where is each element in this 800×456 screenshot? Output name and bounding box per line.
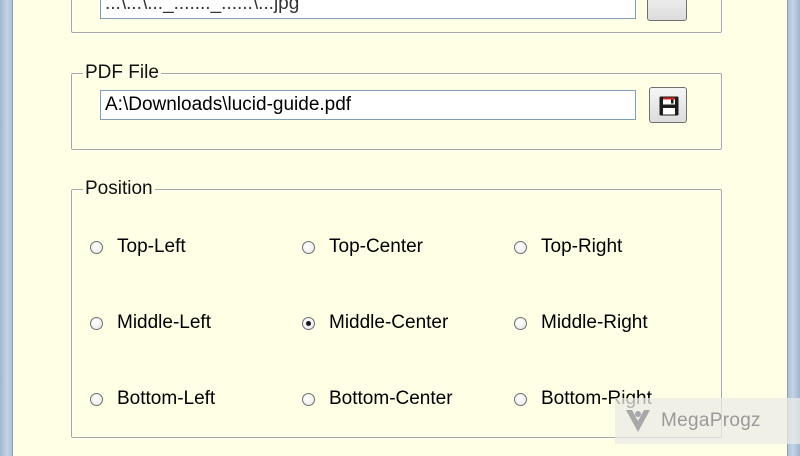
radio-label: Middle-Left: [117, 312, 211, 333]
radio-label: Top-Left: [117, 236, 186, 257]
radio-middle-left[interactable]: Middle-Left: [90, 309, 211, 337]
image-file-group: ...\...\..._......._......\...jpg: [71, 0, 722, 33]
radio-circle: [514, 240, 527, 254]
radio-label: Top-Center: [329, 236, 423, 257]
radio-middle-center[interactable]: Middle-Center: [302, 309, 448, 337]
radio-circle: [90, 240, 103, 254]
floppy-disk-icon: [659, 96, 679, 116]
window-frame-left: [0, 0, 12, 456]
radio-middle-right[interactable]: Middle-Right: [514, 309, 648, 337]
window-frame-right: [788, 0, 800, 456]
window-frame-right-line: [787, 0, 788, 456]
radio-top-right[interactable]: Top-Right: [514, 233, 622, 261]
radio-top-left[interactable]: Top-Left: [90, 233, 186, 261]
radio-label: Bottom-Left: [117, 388, 216, 409]
radio-label: Middle-Right: [541, 312, 648, 333]
pdf-path-field[interactable]: A:\Downloads\lucid-guide.pdf: [100, 90, 636, 120]
window-frame-left-line: [12, 0, 13, 456]
radio-top-center[interactable]: Top-Center: [302, 233, 423, 261]
megaprogz-watermark: MegaProgz: [615, 398, 800, 444]
radio-circle: [302, 240, 315, 254]
radio-circle-selected: [302, 316, 315, 330]
radio-circle: [514, 316, 527, 330]
radio-circle: [302, 392, 315, 406]
radio-label: Bottom-Center: [329, 388, 453, 409]
radio-label: Top-Right: [541, 236, 623, 257]
image-path-field[interactable]: ...\...\..._......._......\...jpg: [100, 0, 636, 19]
browse-image-button[interactable]: [647, 0, 687, 21]
pdf-file-legend: PDF File: [85, 62, 159, 83]
radio-circle: [90, 392, 103, 406]
radio-label: Middle-Center: [329, 312, 449, 333]
radio-bottom-center[interactable]: Bottom-Center: [302, 385, 453, 413]
save-pdf-button[interactable]: [649, 87, 687, 123]
position-legend: Position: [85, 178, 153, 199]
radio-bottom-left[interactable]: Bottom-Left: [90, 385, 215, 413]
radio-circle: [514, 392, 527, 406]
watermark-text: MegaProgz: [661, 410, 761, 431]
pdf-file-group: PDF File A:\Downloads\lucid-guide.pdf: [71, 62, 722, 150]
megaprogz-logo-icon: [623, 406, 653, 436]
radio-circle: [90, 316, 103, 330]
